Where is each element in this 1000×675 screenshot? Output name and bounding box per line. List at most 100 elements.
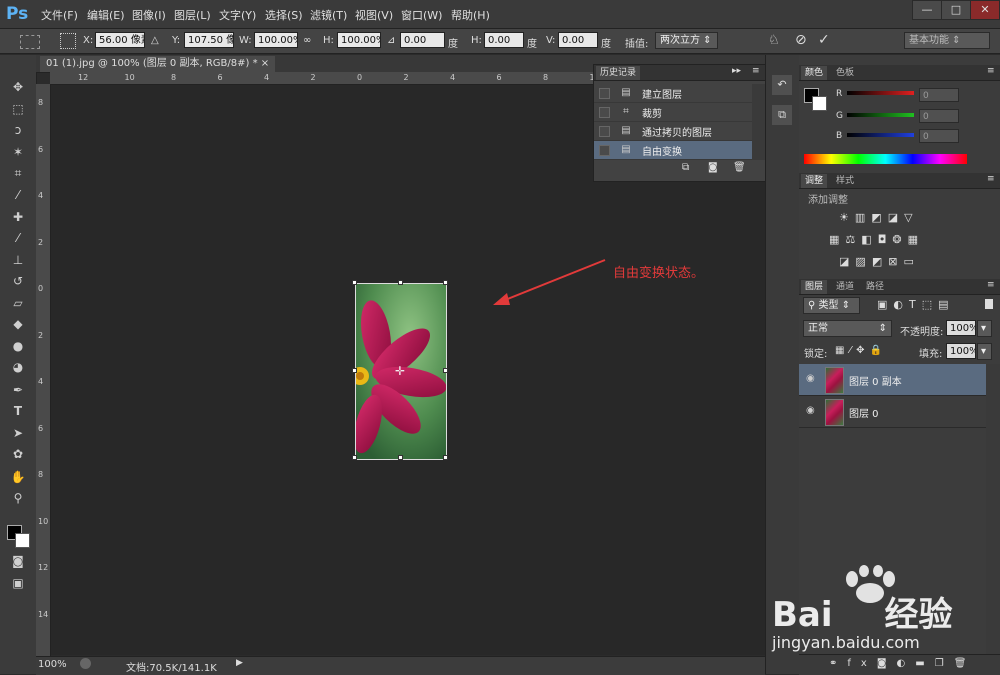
menu-help[interactable]: 帮助(H) [451, 7, 490, 23]
pixel-filter-icon[interactable]: ▣ [877, 298, 893, 311]
panel-menu-icon[interactable]: ≡ [752, 66, 760, 76]
warp-icon[interactable]: ♘ [768, 33, 780, 48]
zoom-tool-icon[interactable]: ⚲ [8, 489, 28, 507]
commit-transform-icon[interactable]: ✓ [818, 32, 830, 48]
hand-tool-icon[interactable]: ✋ [8, 468, 28, 486]
exposure-icon[interactable]: ◪ [888, 211, 904, 224]
history-source-checkbox[interactable] [599, 145, 610, 156]
photo-filter-icon[interactable]: ◘ [878, 233, 893, 246]
tab-paths[interactable]: 路径 [862, 280, 888, 294]
vibrance-icon[interactable]: ▽ [904, 211, 918, 224]
type-filter-icon[interactable]: T [909, 298, 922, 311]
blue-value[interactable]: 0 [919, 129, 959, 143]
layer-filter-select[interactable]: ⚲ 类型 ⇕ [803, 297, 860, 314]
menu-image[interactable]: 图像(I) [132, 7, 166, 23]
red-value[interactable]: 0 [919, 88, 959, 102]
blend-mode-select[interactable]: 正常 ⇕ [803, 320, 892, 337]
posterize-icon[interactable]: ▨ [855, 255, 871, 268]
y-field[interactable]: 107.50 像素 [184, 32, 234, 48]
red-slider[interactable] [847, 91, 914, 95]
w-field[interactable]: 100.00% [254, 32, 298, 48]
panel-collapse-icon[interactable]: ▸▸ [732, 66, 741, 76]
green-slider[interactable] [847, 113, 914, 117]
link-icon[interactable]: ∞ [303, 35, 311, 46]
black-white-icon[interactable]: ◧ [861, 233, 877, 246]
fill-dropdown-icon[interactable]: ▾ [977, 343, 992, 360]
pen-tool-icon[interactable]: ✒ [8, 381, 28, 399]
history-panel-icon[interactable]: ↶ [772, 75, 792, 95]
history-source-checkbox[interactable] [599, 107, 610, 118]
path-selection-icon[interactable]: ➤ [8, 424, 28, 442]
visibility-eye-icon[interactable]: ◉ [806, 373, 815, 384]
panel-menu-icon[interactable]: ≡ [987, 174, 995, 184]
h-field[interactable]: 100.00% [337, 32, 381, 48]
menu-type[interactable]: 文字(Y) [219, 7, 256, 23]
blue-slider[interactable] [847, 133, 914, 137]
panel-menu-icon[interactable]: ≡ [987, 66, 995, 76]
menu-layer[interactable]: 图层(L) [174, 7, 211, 23]
eyedropper-icon[interactable]: ⁄ [8, 186, 28, 204]
menu-window[interactable]: 窗口(W) [401, 7, 442, 23]
transform-handle-tl[interactable] [352, 280, 357, 285]
close-tab-icon[interactable]: × [261, 58, 269, 69]
history-item[interactable]: ⌗ 裁剪 [594, 103, 752, 122]
move-tool-icon[interactable]: ✥ [8, 78, 28, 96]
interpolation-select[interactable]: 两次立方 ⇕ [655, 32, 718, 49]
crop-tool-icon[interactable]: ⌗ [8, 164, 28, 182]
transform-handle-br[interactable] [443, 455, 448, 460]
history-scrollbar[interactable] [752, 84, 765, 160]
history-panel-title[interactable]: 历史记录 [596, 66, 641, 80]
threshold-icon[interactable]: ◩ [872, 255, 888, 268]
visibility-eye-icon[interactable]: ◉ [806, 405, 815, 416]
history-item-selected[interactable]: ▤ 自由变换 [594, 141, 752, 160]
menu-filter[interactable]: 滤镜(T) [310, 7, 347, 23]
history-item[interactable]: ▤ 通过拷贝的图层 [594, 122, 752, 141]
gradient-map-icon[interactable]: ▭ [903, 255, 919, 268]
maximize-button[interactable]: □ [941, 0, 971, 20]
smart-filter-icon[interactable]: ▤ [938, 298, 954, 311]
selective-color-icon[interactable]: ⊠ [888, 255, 903, 268]
levels-icon[interactable]: ▥ [855, 211, 871, 224]
type-tool-icon[interactable]: T [8, 402, 28, 420]
tool-preset-icon[interactable] [20, 35, 40, 49]
snapshot-icon[interactable]: ◙ [708, 162, 718, 173]
hue-saturation-icon[interactable]: ▦ [829, 233, 845, 246]
eraser-tool-icon[interactable]: ▱ [8, 294, 28, 312]
tab-color[interactable]: 颜色 [801, 66, 828, 80]
properties-panel-icon[interactable]: ⧉ [772, 105, 792, 125]
tab-channels[interactable]: 通道 [832, 280, 858, 294]
tab-styles[interactable]: 样式 [832, 174, 858, 188]
lasso-tool-icon[interactable]: ↄ [8, 121, 28, 139]
new-document-from-state-icon[interactable]: ⧉ [682, 162, 689, 173]
vskew-field[interactable]: 0.00 [558, 32, 598, 48]
tab-swatches[interactable]: 色板 [832, 66, 858, 80]
paint-bucket-icon[interactable]: ◆ [8, 315, 28, 333]
healing-brush-icon[interactable]: ✚ [8, 208, 28, 226]
trash-icon[interactable]: 🗑 [733, 162, 746, 173]
lock-all-icon[interactable]: 🔒 [870, 345, 887, 356]
invert-icon[interactable]: ◪ [839, 255, 855, 268]
minimize-button[interactable]: — [912, 0, 942, 20]
close-button[interactable]: ✕ [970, 0, 1000, 20]
transform-handle-l[interactable] [352, 368, 357, 373]
brush-tool-icon[interactable]: ⁄ [8, 229, 28, 247]
panel-menu-icon[interactable]: ≡ [987, 280, 995, 290]
tab-adjustments[interactable]: 调整 [801, 174, 828, 188]
transform-handle-b[interactable] [398, 455, 403, 460]
menu-view[interactable]: 视图(V) [355, 7, 393, 23]
stamp-tool-icon[interactable]: ⊥ [8, 251, 28, 269]
quick-mask-icon[interactable]: ◙ [8, 552, 28, 570]
screen-mode-icon[interactable]: ▣ [8, 574, 28, 592]
document-tab[interactable]: 01 (1).jpg @ 100% (图层 0 副本, RGB/8#) * × [40, 56, 276, 72]
marquee-tool-icon[interactable]: ⬚ [8, 100, 28, 118]
angle-field[interactable]: 0.00 [400, 32, 445, 48]
color-balance-icon[interactable]: ⚖ [845, 233, 861, 246]
dodge-tool-icon[interactable]: ◕ [8, 358, 28, 376]
adjustment-filter-icon[interactable]: ◐ [893, 298, 909, 311]
transform-handle-r[interactable] [443, 368, 448, 373]
shape-tool-icon[interactable]: ✿ [8, 445, 28, 463]
filter-toggle[interactable] [985, 299, 993, 309]
history-source-checkbox[interactable] [599, 126, 610, 137]
menu-select[interactable]: 选择(S) [265, 7, 303, 23]
color-lookup-icon[interactable]: ▦ [908, 233, 924, 246]
